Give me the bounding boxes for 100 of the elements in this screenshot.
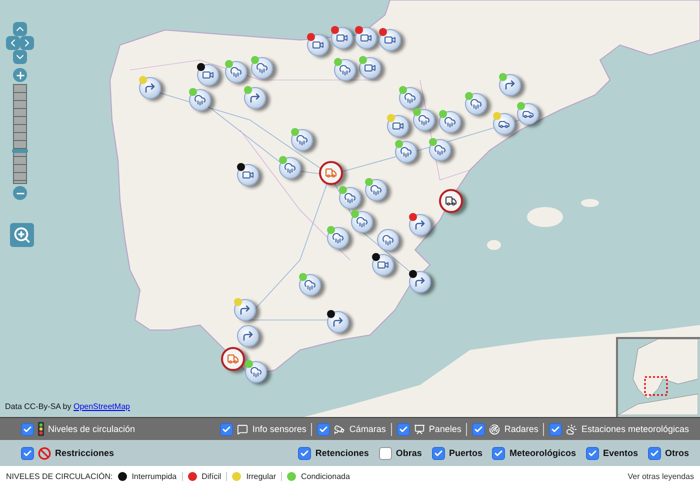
plus-icon [14,70,26,80]
cloud-rain-icon [444,116,456,128]
turn-marker[interactable] [409,271,431,293]
overview-map[interactable] [616,337,700,418]
camera-icon [377,259,389,271]
layer-label: Radares [504,424,538,434]
radar-icon [489,424,500,435]
layer-label: Paneles [428,424,462,434]
cloud-rain-icon [356,216,368,228]
sign-panel-icon [414,424,425,435]
cloud-rain-icon [250,366,262,378]
camera-marker[interactable] [307,34,329,56]
speech-bubble-icon [237,424,248,435]
layer-label: Obras [396,448,422,458]
zoom-in-button[interactable] [13,68,27,82]
cloud-rain-icon [256,62,268,74]
cloud-rain-icon [434,144,446,156]
checkbox[interactable] [378,446,392,460]
more-legends-link[interactable]: Ver otras leyendas [628,472,694,481]
cloud-rain-icon [332,232,344,244]
turn-arrow-icon [242,330,254,342]
cloud-rain-icon [404,92,416,104]
truck-icon [227,353,239,365]
legend-label: Difícil [202,472,222,481]
camera-icon [392,120,404,132]
layer-label: Niveles de circulación [48,424,136,434]
checkbox[interactable] [298,446,312,460]
pan-left-button[interactable] [6,36,20,50]
turn-arrow-icon [239,304,251,316]
checkbox[interactable] [220,422,234,436]
cctv-camera-icon [334,424,346,435]
camera-marker[interactable] [331,27,353,49]
pan-down-button[interactable] [13,50,27,64]
weather-marker[interactable] [245,361,267,383]
cloud-rain-icon [304,279,316,291]
check-icon [319,424,328,434]
cloud-rain-icon [418,114,430,126]
van-marker[interactable] [439,189,463,213]
check-icon [650,448,659,458]
zoom-box-button[interactable] [10,223,34,247]
slider-thumb[interactable] [12,148,28,153]
checkbox[interactable] [549,422,562,436]
car-icon [522,108,534,120]
layer-label: Otros [664,448,689,458]
checkbox[interactable] [21,422,34,436]
check-icon [23,424,32,434]
pan-up-button[interactable] [13,22,27,36]
legend-label: Irregular [246,472,276,481]
checkbox[interactable] [586,446,599,460]
cloud-rain-icon [400,146,412,158]
cloud-rain-icon [382,234,394,246]
pan-right-button[interactable] [20,36,34,50]
turn-arrow-icon [504,79,516,91]
camera-icon [384,34,396,46]
layer-label: Cámaras [349,424,386,434]
layer-label: Estaciones meteorológicas [581,424,689,434]
checkbox[interactable] [317,422,330,436]
check-icon [588,448,597,458]
layer-label: Info sensores [252,424,306,434]
zoom-slider[interactable] [13,84,27,184]
zoom-in-icon [13,226,31,244]
truck-icon [325,167,337,179]
cloud-rain-icon [230,66,242,78]
cloud-rain-icon [370,184,382,196]
attribution-text: Data CC-By-SA by OpenStreetMap [5,402,130,412]
check-icon [23,448,32,458]
check-icon [398,424,408,434]
turn-arrow-icon [144,82,156,94]
layer-label: Puertos [448,448,482,458]
turn-arrow-icon [414,276,426,288]
legend-title: NIVELES DE CIRCULACIÓN: [6,472,113,481]
check-icon [222,424,232,434]
camera-icon [312,39,324,51]
layer-label: Retenciones [315,448,369,458]
checkbox[interactable] [396,422,410,436]
no-entry-icon [38,446,51,460]
cloud-rain-icon [339,64,351,76]
camera-icon [202,69,214,81]
checkbox[interactable] [21,446,34,460]
cloud-rain-icon [296,134,308,146]
check-icon [300,448,310,458]
checkbox[interactable] [472,422,486,436]
car-icon [498,118,510,130]
checkbox[interactable] [432,446,445,460]
turn-arrow-icon [332,316,344,328]
layer-label: Restricciones [55,448,114,458]
cloud-rain-icon [344,192,356,204]
camera-icon [336,32,348,44]
camera-icon [360,32,372,44]
checkbox[interactable] [648,446,661,460]
openstreetmap-link[interactable]: OpenStreetMap [73,402,130,412]
check-icon [494,448,504,458]
van-icon [445,195,457,207]
check-icon [474,424,484,434]
camera-icon [242,169,254,181]
truck-marker[interactable] [221,347,245,371]
zoom-out-button[interactable] [13,186,27,200]
legend-label: Interrumpida [132,472,177,481]
legend-label: Condicionada [300,472,350,481]
checkbox[interactable] [492,446,506,460]
